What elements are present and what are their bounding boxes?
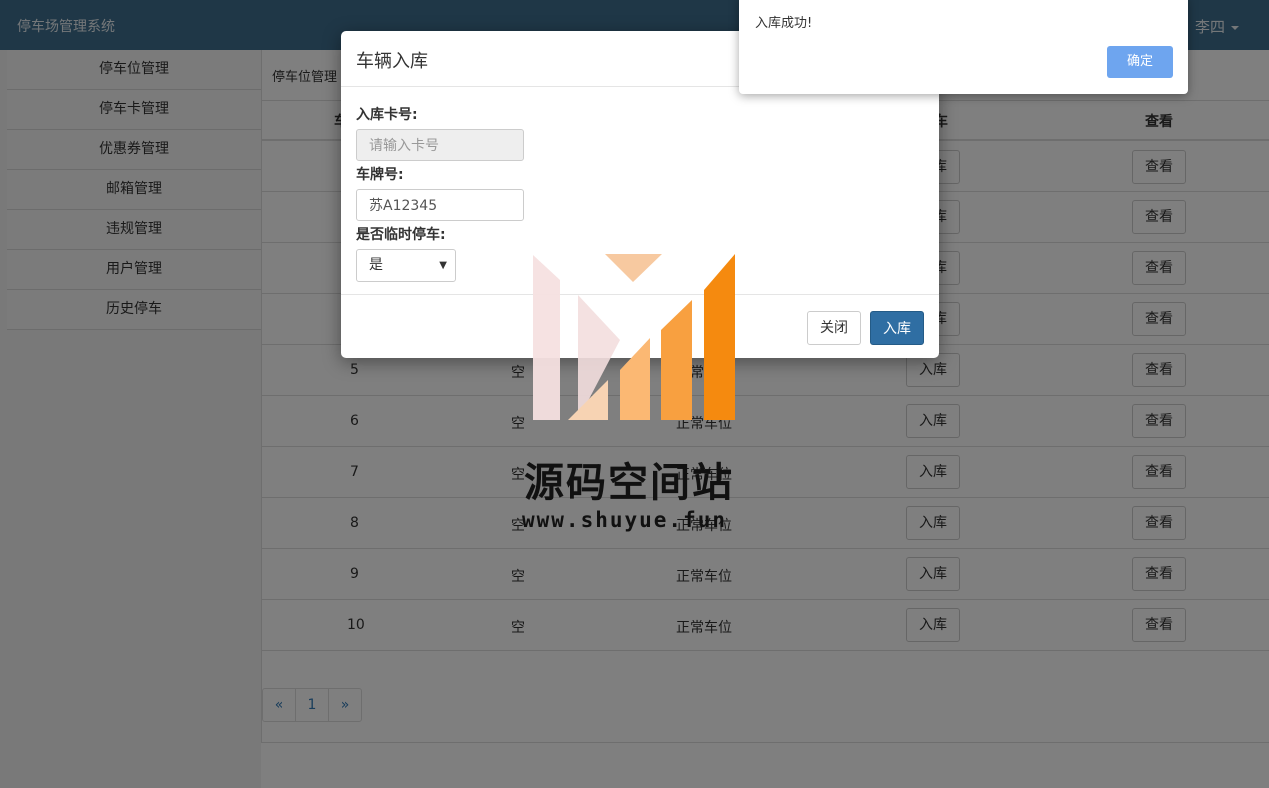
submit-checkin-button[interactable]: 入库 (870, 311, 924, 345)
modal-footer: 关闭 入库 (341, 294, 939, 359)
modal-body: 入库卡号: 请输入卡号 车牌号: 苏A12345 是否临时停车: 是 ▼ (356, 101, 916, 282)
select-arrow-icon: ▼ (439, 260, 447, 271)
alert-message: 入库成功! (755, 16, 813, 31)
card-number-label: 入库卡号: (356, 107, 418, 123)
close-button[interactable]: 关闭 (807, 311, 861, 345)
temporary-parking-select[interactable]: 是 ▼ (356, 249, 456, 282)
success-alert: 入库成功! 确定 (739, 0, 1188, 94)
alert-ok-button[interactable]: 确定 (1107, 46, 1173, 78)
plate-number-label: 车牌号: (356, 167, 404, 183)
card-number-input[interactable]: 请输入卡号 (356, 129, 524, 161)
temporary-parking-label: 是否临时停车: (356, 227, 446, 243)
modal-title: 车辆入库 (356, 51, 428, 72)
temporary-parking-value: 是 (369, 257, 383, 273)
plate-number-input[interactable]: 苏A12345 (356, 189, 524, 221)
